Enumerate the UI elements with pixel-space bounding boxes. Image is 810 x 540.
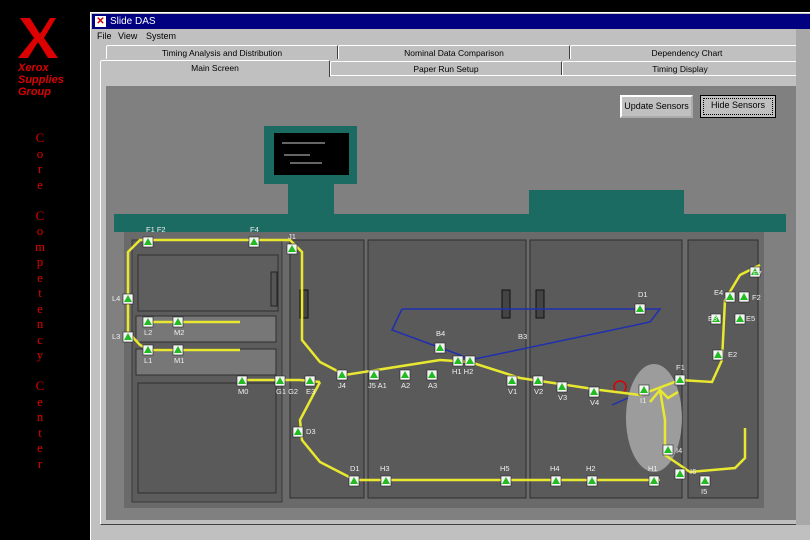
- sensor-label: E5: [746, 314, 755, 323]
- sensor-20[interactable]: V2: [532, 375, 544, 396]
- sensor-6[interactable]: L3: [112, 331, 134, 343]
- sensor-label: H3: [380, 464, 390, 473]
- sensor-39[interactable]: I4: [662, 444, 682, 456]
- sensor-12[interactable]: J4: [336, 369, 348, 390]
- sensor-label: L4: [112, 294, 120, 303]
- sensor-label: V3: [558, 393, 567, 402]
- sensor-7[interactable]: L1: [142, 344, 154, 365]
- sensor-label: I1: [640, 396, 646, 405]
- sensor-label: F1 F2: [146, 225, 166, 234]
- sensor-label: E3: [708, 314, 717, 323]
- sensor-9[interactable]: M0: [236, 375, 248, 396]
- sensor-label: D1: [350, 464, 360, 473]
- tab-main-screen[interactable]: Main Screen: [100, 60, 330, 77]
- sensor-14[interactable]: A2: [399, 369, 411, 390]
- sensor-label: H5: [500, 464, 510, 473]
- sensor-label: F2: [752, 293, 761, 302]
- sensor-label: L3: [112, 332, 120, 341]
- fault-highlight: [626, 364, 682, 472]
- sensor-label: F1: [676, 363, 685, 372]
- sensor-label: H1: [648, 464, 658, 473]
- sensor-label: D1: [638, 290, 648, 299]
- sensor-label: H4: [550, 464, 560, 473]
- sensor-22[interactable]: V4: [588, 386, 600, 407]
- sensor-label: I5: [701, 487, 707, 496]
- sensor-label: L2: [144, 328, 152, 337]
- sensor-11[interactable]: E3: [304, 375, 316, 396]
- sensor-label: E3: [306, 387, 315, 396]
- machine-top-shelf: [114, 214, 786, 232]
- sensor-label: H1 H2: [452, 367, 473, 376]
- sensor-label: I6: [690, 467, 696, 476]
- sensor-label: I4: [676, 446, 682, 455]
- sensor-21[interactable]: V3: [556, 381, 568, 402]
- sensor-4[interactable]: L2: [142, 316, 154, 337]
- sensor-label: J5 A1: [368, 381, 387, 390]
- sensor-label: B4: [436, 329, 445, 338]
- sensor-label: V4: [590, 398, 599, 407]
- sensor-label: F7: [753, 269, 762, 278]
- sensor-label: D3: [306, 427, 316, 436]
- sensor-29[interactable]: E3: [708, 313, 722, 325]
- sensor-label: E2: [728, 350, 737, 359]
- sensor-label: F4: [250, 225, 259, 234]
- sensor-label: M2: [174, 328, 184, 337]
- sensor-label: G1 G2: [276, 387, 298, 396]
- machine-diagram: F1 F2 F4 J1 L4 L2 M2 L3 L1 M1 M0 G1 G2 E3 J4 J5 A1 A2 A…: [112, 126, 786, 508]
- sensor-label: V1: [508, 387, 517, 396]
- sensor-label: J4: [338, 381, 346, 390]
- monitor-stand: [288, 184, 334, 214]
- sensor-label: M1: [174, 356, 184, 365]
- sensor-label: H2: [586, 464, 596, 473]
- sensor-label: V2: [534, 387, 543, 396]
- sensor-27[interactable]: F7: [749, 266, 762, 278]
- sensor-label: M0: [238, 387, 248, 396]
- sensor-label: B3: [518, 332, 527, 341]
- sensor-15[interactable]: A3: [426, 369, 438, 390]
- sensor-19[interactable]: V1: [506, 375, 518, 396]
- sensor-label: A2: [401, 381, 410, 390]
- sensor-30[interactable]: E5: [734, 313, 755, 325]
- monitor-screen: [274, 133, 349, 175]
- sensor-8[interactable]: M1: [172, 344, 184, 365]
- sensor-label: A3: [428, 381, 437, 390]
- top-block: [529, 190, 684, 214]
- sensor-3[interactable]: L4: [112, 293, 134, 305]
- sensor-label: J1: [288, 232, 296, 241]
- sensor-label: L1: [144, 356, 152, 365]
- sensor-5[interactable]: M2: [172, 316, 184, 337]
- sensor-label: E4: [714, 288, 723, 297]
